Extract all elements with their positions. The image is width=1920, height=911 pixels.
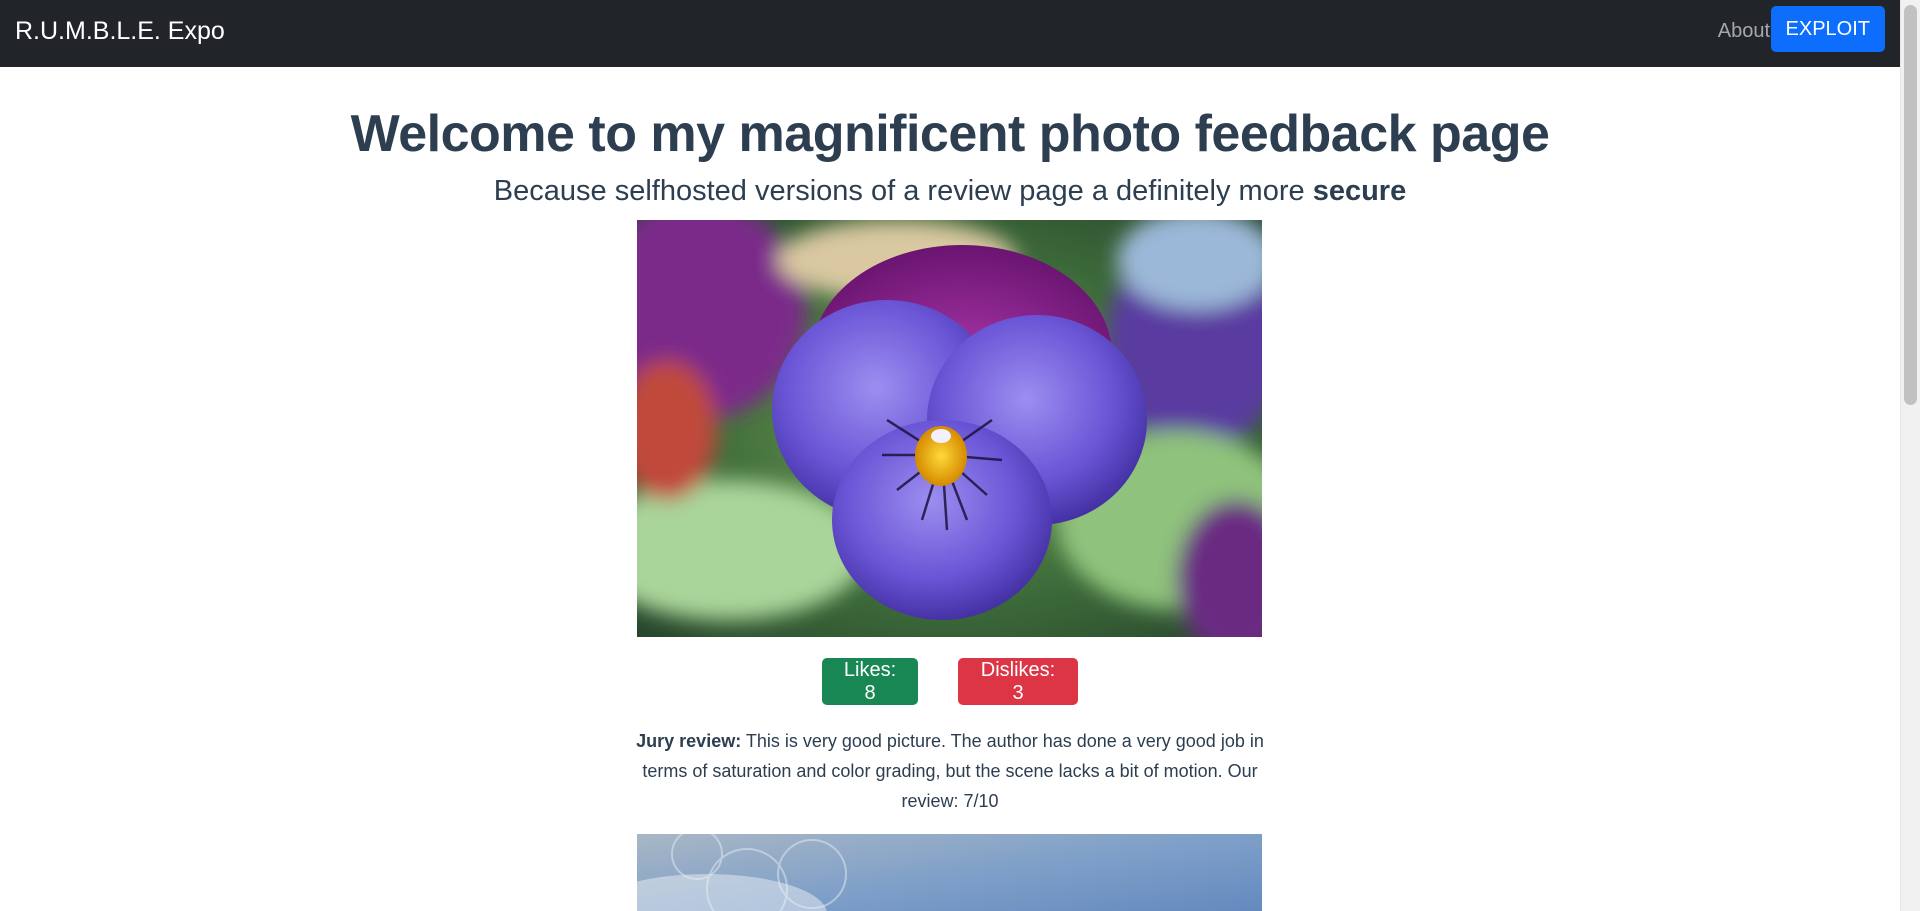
pansy-image [637,220,1262,637]
subtitle-emphasis: secure [1312,175,1407,207]
page-title: Welcome to my magnificent photo feedback… [350,105,1550,163]
scrollbar-thumb[interactable] [1904,5,1917,405]
dislikes-button[interactable]: Dislikes: 3 [958,658,1078,705]
jury-review-label: Jury review: [636,731,742,751]
sky-image [637,834,1262,911]
main-content: Welcome to my magnificent photo feedback… [0,67,1900,911]
photo-pansy [637,220,1262,637]
top-navbar: R.U.M.B.L.E. Expo About EXPLOIT [0,0,1900,67]
photo-sky [637,834,1262,911]
exploit-button[interactable]: EXPLOIT [1770,6,1885,52]
page-scrollbar[interactable] [1900,0,1920,911]
nav-about-link[interactable]: About [1718,17,1770,45]
page-subtitle: Because selfhosted versions of a review … [0,173,1900,209]
subtitle-text: Because selfhosted versions of a review … [493,175,1313,207]
likes-button[interactable]: Likes: 8 [822,658,918,705]
brand-link[interactable]: R.U.M.B.L.E. Expo [15,14,225,48]
jury-review: Jury review: This is very good picture. … [620,726,1280,816]
